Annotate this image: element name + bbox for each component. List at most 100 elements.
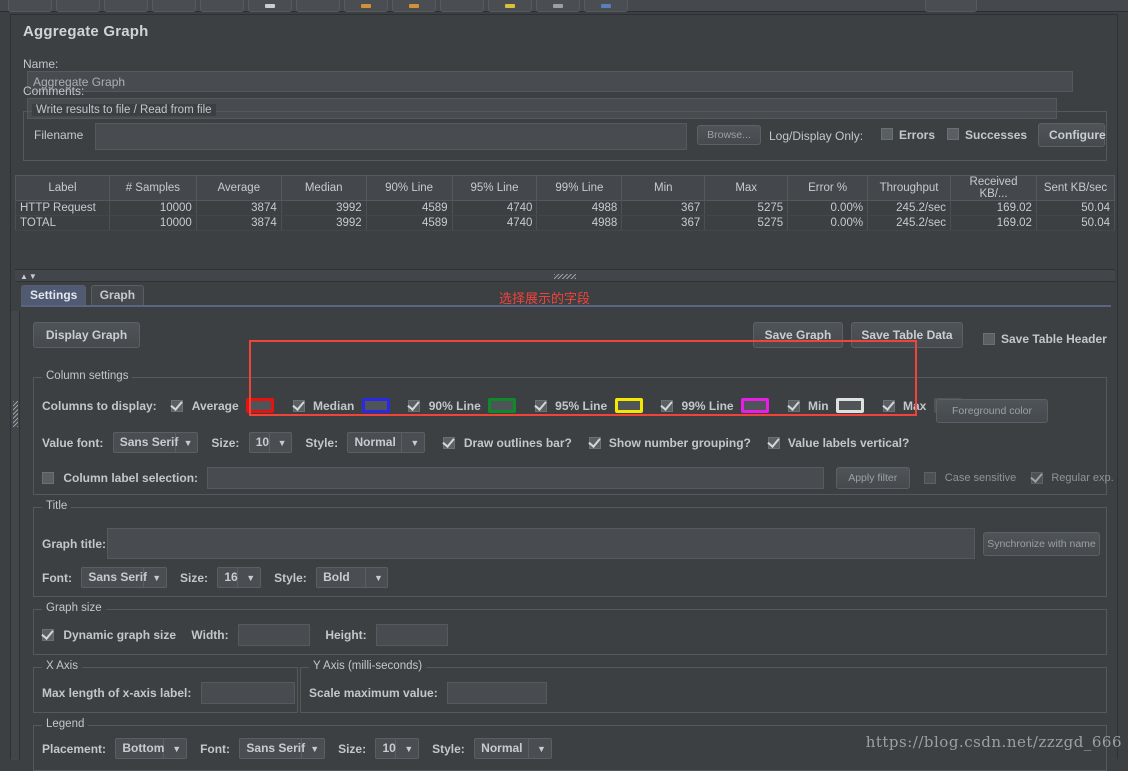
toolbar-open-icon[interactable]	[104, 0, 148, 12]
vertical-split-grip-icon[interactable]	[13, 401, 18, 427]
column-checkbox-min[interactable]	[788, 400, 800, 412]
color-swatch-90-line[interactable]	[488, 398, 516, 413]
configure-button[interactable]: Configure	[1038, 123, 1105, 147]
vertical-split-divider[interactable]	[11, 311, 20, 760]
chevron-down-icon[interactable]: ▼	[369, 569, 387, 588]
chevron-down-icon[interactable]: ▼	[148, 569, 166, 588]
toolbar-start-icon[interactable]	[584, 0, 628, 12]
legend-placement-combo[interactable]: Bottom ▼	[115, 738, 186, 759]
color-swatch-95-line[interactable]	[615, 398, 643, 413]
value-style-combo[interactable]: Normal ▼	[347, 432, 424, 453]
split-grip-icon[interactable]	[554, 274, 576, 279]
save-table-data-button[interactable]: Save Table Data	[851, 322, 963, 348]
color-swatch-min[interactable]	[836, 398, 864, 413]
table-row[interactable]: TOTAL 10000 3874 3992 4589 4740 4988 367…	[16, 216, 1115, 231]
toolbar-toggle-icon[interactable]	[536, 0, 580, 12]
column-checkbox-average[interactable]	[171, 400, 183, 412]
color-swatch-average[interactable]	[246, 398, 274, 413]
column-label-selection-input[interactable]	[207, 467, 824, 489]
column-label-average: Average	[192, 399, 239, 413]
toolbar-expand-icon[interactable]	[440, 0, 484, 12]
graph-title-input[interactable]	[107, 528, 975, 559]
foreground-color-button[interactable]: Foreground color	[936, 399, 1048, 423]
successes-checkbox[interactable]	[947, 128, 959, 140]
table-col-header[interactable]: # Samples	[109, 176, 196, 201]
value-font-combo[interactable]: Sans Serif ▼	[113, 432, 198, 453]
toolbar-paste-icon[interactable]	[392, 0, 436, 12]
toolbar-save-as-icon[interactable]	[248, 0, 292, 12]
column-checkbox-median[interactable]	[293, 400, 305, 412]
table-col-header[interactable]: Average	[196, 176, 281, 201]
chevron-down-icon[interactable]: ▼	[400, 740, 418, 759]
title-font-combo[interactable]: Sans Serif ▼	[81, 567, 166, 588]
legend-font-combo[interactable]: Sans Serif ▼	[239, 738, 324, 759]
regular-exp-checkbox[interactable]	[1031, 472, 1043, 484]
table-col-header[interactable]: 99% Line	[537, 176, 622, 201]
chevron-down-icon[interactable]: ▼	[533, 740, 551, 759]
column-checkbox-max[interactable]	[883, 400, 895, 412]
x-axis-max-length-input[interactable]	[201, 682, 295, 704]
chevron-down-icon[interactable]: ▼	[406, 434, 424, 453]
dynamic-graph-size-checkbox[interactable]	[42, 629, 54, 641]
toolbar-collapse-icon[interactable]	[488, 0, 532, 12]
chevron-down-icon[interactable]: ▼	[273, 434, 291, 453]
value-size-combo[interactable]: 10 ▼	[249, 432, 292, 453]
y-axis-scale-max-input[interactable]	[447, 682, 547, 704]
table-col-header[interactable]: 95% Line	[452, 176, 537, 201]
labels-vertical-checkbox[interactable]	[768, 437, 780, 449]
number-grouping-label: Show number grouping?	[609, 436, 751, 450]
title-style-combo[interactable]: Bold ▼	[316, 567, 388, 588]
legend-size-combo[interactable]: 10 ▼	[375, 738, 418, 759]
table-col-header[interactable]: Label	[16, 176, 110, 201]
column-checkbox-95-line[interactable]	[535, 400, 547, 412]
filename-input[interactable]	[95, 123, 687, 150]
toolbar-copy-icon[interactable]	[344, 0, 388, 12]
split-arrows-icon[interactable]: ▲▼	[20, 272, 38, 281]
title-size-combo[interactable]: 16 ▼	[217, 567, 260, 588]
table-row[interactable]: HTTP Request 10000 3874 3992 4589 4740 4…	[16, 201, 1115, 216]
toolbar-extra-icon[interactable]	[925, 0, 977, 12]
table-col-header[interactable]: Max	[705, 176, 788, 201]
apply-filter-button[interactable]: Apply filter	[836, 467, 910, 489]
table-col-header[interactable]: 90% Line	[366, 176, 452, 201]
width-input[interactable]	[238, 624, 310, 646]
toolbar-save-icon[interactable]	[200, 0, 244, 12]
display-graph-button[interactable]: Display Graph	[33, 322, 140, 348]
toolbar-new-icon[interactable]	[8, 0, 52, 12]
column-checkbox-90-line[interactable]	[408, 400, 420, 412]
table-col-header[interactable]: Median	[281, 176, 366, 201]
chevron-down-icon[interactable]: ▼	[168, 740, 186, 759]
browse-button[interactable]: Browse...	[697, 125, 761, 145]
color-swatch-median[interactable]	[362, 398, 390, 413]
table-col-header[interactable]: Received KB/...	[951, 176, 1037, 201]
results-table[interactable]: Label # Samples Average Median 90% Line …	[15, 175, 1115, 231]
toolbar-cut-icon[interactable]	[296, 0, 340, 12]
number-grouping-checkbox[interactable]	[589, 437, 601, 449]
chevron-down-icon[interactable]: ▼	[242, 569, 260, 588]
table-cell: 4740	[452, 201, 537, 216]
chevron-down-icon[interactable]: ▼	[179, 434, 197, 453]
draw-outlines-checkbox[interactable]	[443, 437, 455, 449]
column-checkbox-99-line[interactable]	[661, 400, 673, 412]
chevron-down-icon[interactable]: ▼	[306, 740, 324, 759]
color-swatch-99-line[interactable]	[741, 398, 769, 413]
tab-graph[interactable]: Graph	[91, 285, 144, 305]
toolbar-templates-icon[interactable]	[56, 0, 100, 12]
synchronize-with-name-button[interactable]: Synchronize with name	[983, 532, 1100, 556]
table-col-header[interactable]: Error %	[788, 176, 868, 201]
case-sensitive-checkbox[interactable]	[924, 472, 936, 484]
horizontal-split-divider[interactable]: ▲▼	[15, 269, 1115, 282]
save-graph-button[interactable]: Save Graph	[753, 322, 843, 348]
tab-settings[interactable]: Settings	[21, 285, 86, 305]
errors-checkbox[interactable]	[881, 128, 893, 140]
legend-placement-value: Bottom	[116, 739, 164, 758]
column-label-selection-checkbox[interactable]	[42, 472, 54, 484]
table-col-header[interactable]: Throughput	[868, 176, 951, 201]
table-col-header[interactable]: Min	[622, 176, 705, 201]
table-cell: 3874	[196, 216, 281, 231]
legend-style-combo[interactable]: Normal ▼	[474, 738, 551, 759]
height-input[interactable]	[376, 624, 448, 646]
toolbar-close-icon[interactable]	[152, 0, 196, 12]
table-col-header[interactable]: Sent KB/sec	[1036, 176, 1114, 201]
save-table-header-checkbox[interactable]	[983, 333, 995, 345]
